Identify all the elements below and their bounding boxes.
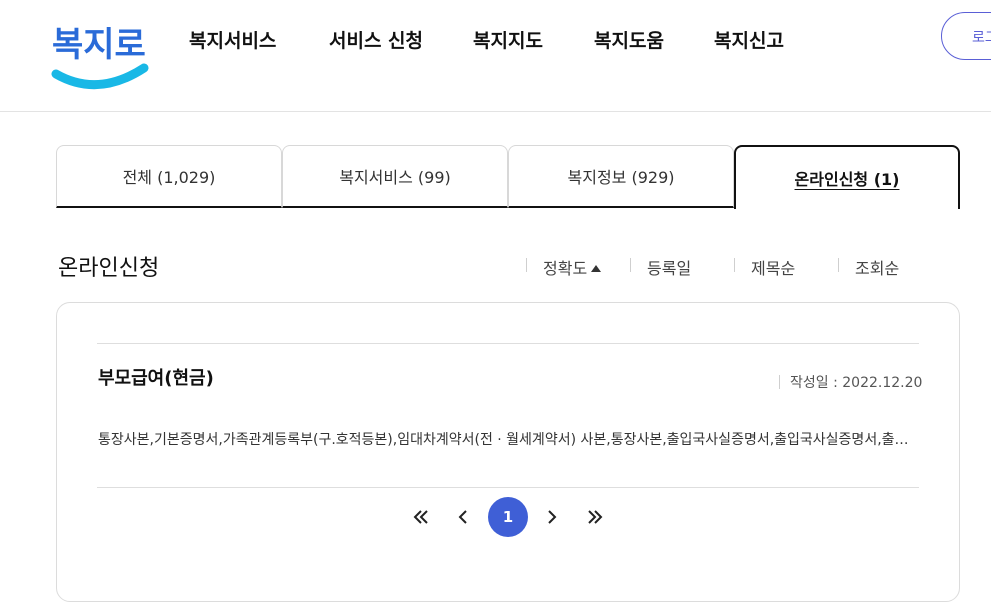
site-header: 복지로 복지서비스 서비스 신청 복지지도 복지도움 복지신고 로그 [0, 0, 991, 112]
date-label: 작성일 : [790, 375, 843, 391]
nav-welfare-services[interactable]: 복지서비스 [189, 26, 276, 53]
double-chevron-left-icon [413, 510, 428, 524]
divider [97, 343, 919, 344]
bokjiro-logo[interactable]: 복지로 [50, 12, 150, 94]
sort-views[interactable]: 조회순 [855, 255, 899, 279]
tab-online-application[interactable]: 온라인신청 (1) [734, 145, 960, 209]
nav-welfare-help[interactable]: 복지도움 [594, 26, 664, 53]
section-title: 온라인신청 [58, 256, 160, 281]
tab-welfare-info[interactable]: 복지정보 (929) [508, 145, 734, 208]
nav-welfare-report[interactable]: 복지신고 [714, 26, 784, 53]
tab-welfare-services[interactable]: 복지서비스 (99) [282, 145, 508, 208]
sort-title[interactable]: 제목순 [751, 255, 795, 279]
svg-text:복지로: 복지로 [52, 25, 146, 65]
prev-page-button[interactable] [443, 497, 483, 537]
divider [97, 487, 919, 488]
sort-divider [526, 258, 527, 272]
chevron-right-icon [548, 510, 557, 524]
last-page-button[interactable] [575, 497, 615, 537]
sort-registered-date[interactable]: 등록일 [647, 255, 691, 279]
double-chevron-right-icon [588, 510, 603, 524]
next-page-button[interactable] [532, 497, 572, 537]
login-button[interactable]: 로그 [941, 12, 991, 60]
sort-divider [734, 258, 735, 272]
tab-all-label: 전체 (1,029) [122, 168, 216, 187]
nav-welfare-map[interactable]: 복지지도 [473, 26, 543, 53]
results-card [56, 302, 960, 602]
page-1-button[interactable]: 1 [488, 497, 528, 537]
result-title[interactable]: 부모급여(현금) [98, 364, 214, 390]
sort-ascending-icon [591, 265, 602, 272]
sort-divider [838, 258, 839, 272]
tab-all[interactable]: 전체 (1,029) [56, 145, 282, 208]
result-date: 작성일 : 2022.12.20 [779, 372, 922, 392]
nav-service-application[interactable]: 서비스 신청 [329, 26, 423, 53]
first-page-button[interactable] [401, 497, 441, 537]
category-tabs: 전체 (1,029) 복지서비스 (99) 복지정보 (929) 온라인신청 (… [56, 145, 960, 209]
sort-accuracy-label: 정확도 [543, 259, 588, 278]
tab-welfare-services-label: 복지서비스 (99) [339, 168, 451, 187]
tab-welfare-info-label: 복지정보 (929) [567, 168, 675, 187]
sort-accuracy[interactable]: 정확도 [543, 255, 602, 279]
sort-divider [630, 258, 631, 272]
date-divider [779, 375, 780, 389]
tab-online-application-label: 온라인신청 (1) [794, 170, 900, 189]
result-description: 통장사본,기본증명서,가족관계등록부(구.호적등본),임대차계약서(전 · 월세… [98, 432, 920, 448]
date-value: 2022.12.20 [842, 375, 923, 391]
chevron-left-icon [458, 510, 467, 524]
